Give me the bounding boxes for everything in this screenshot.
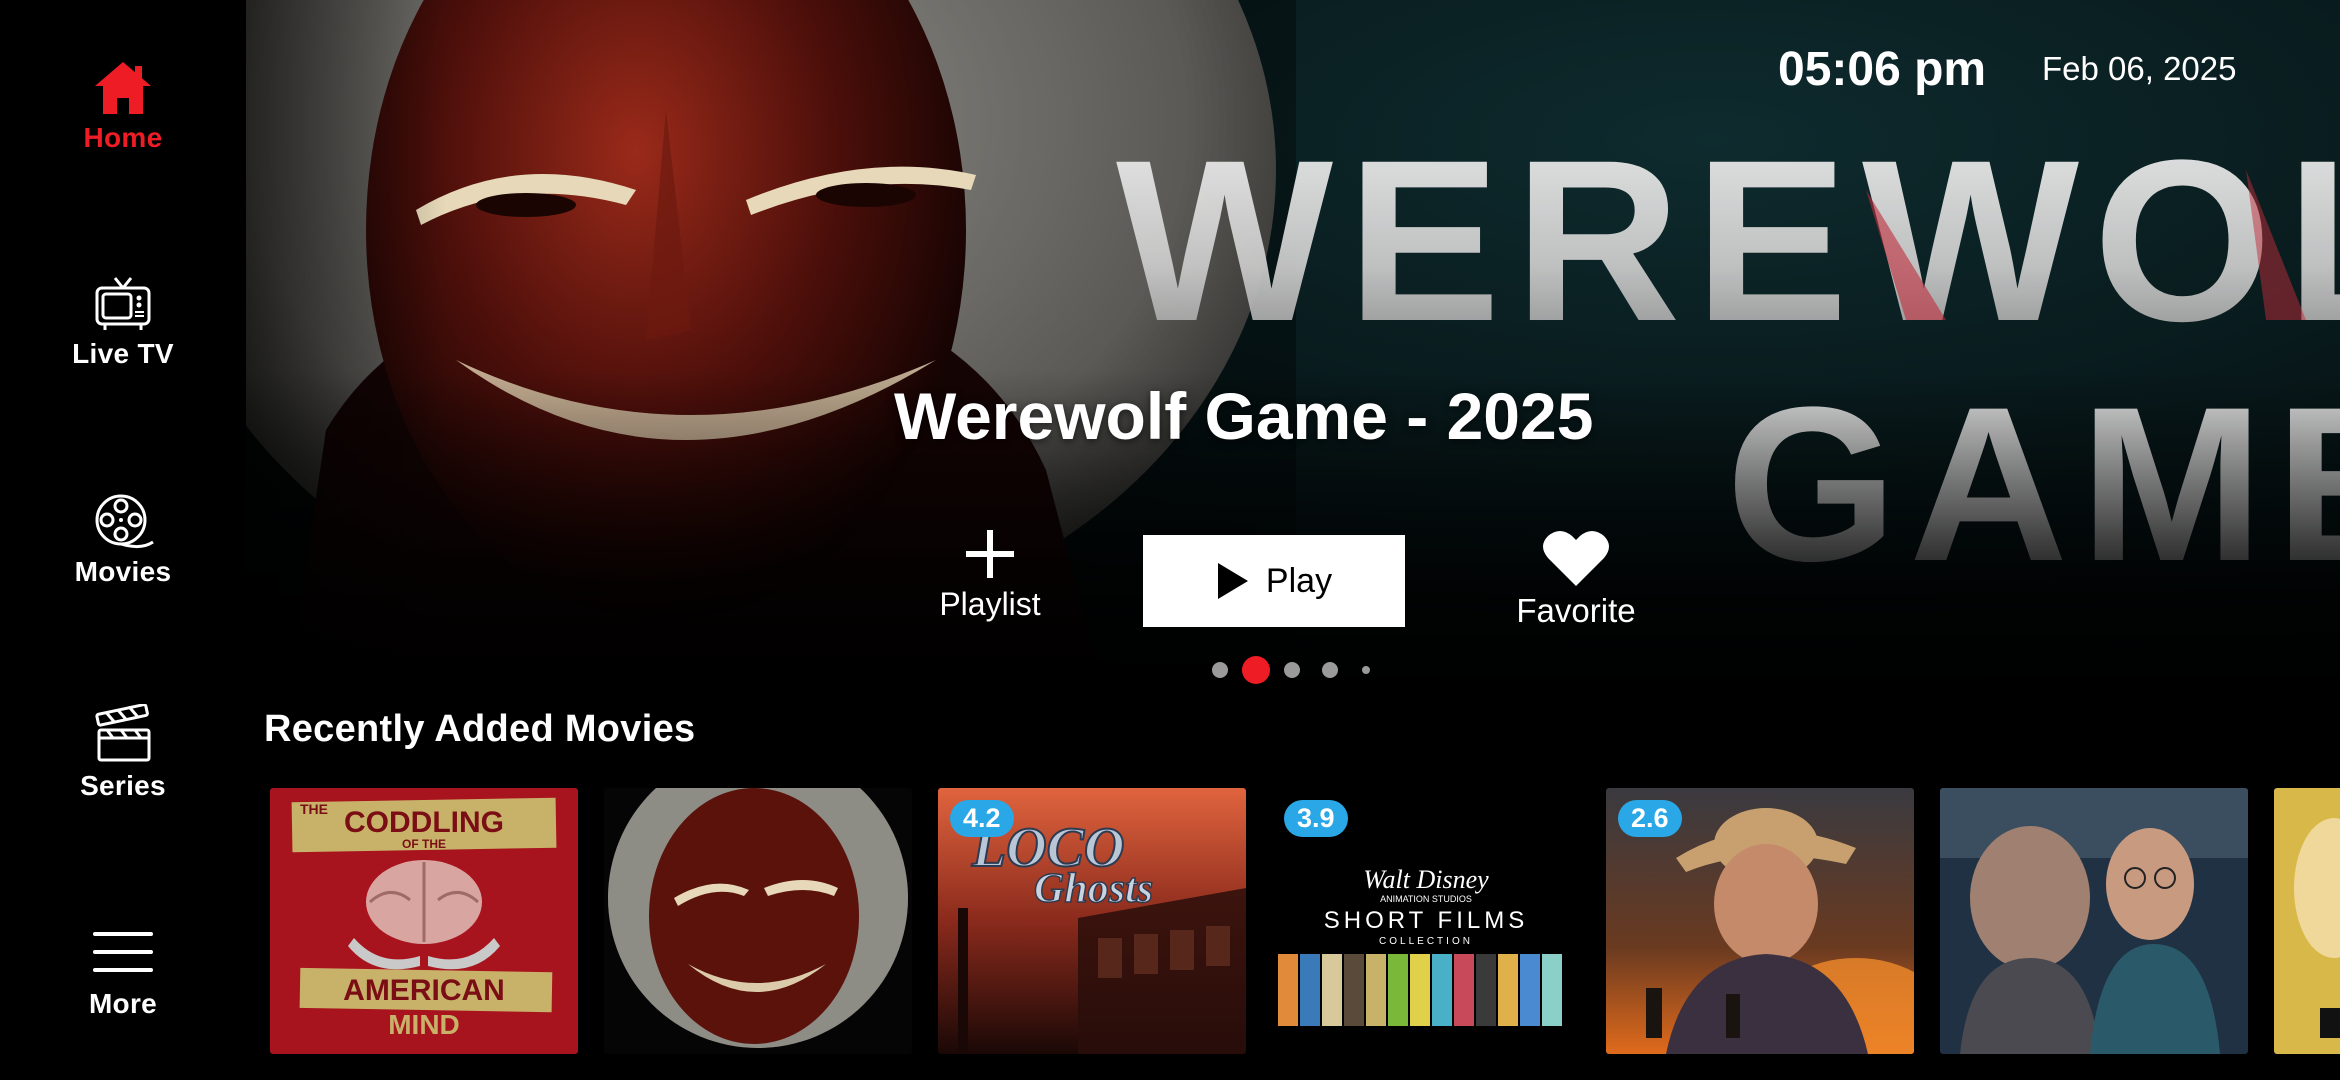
- carousel-dot[interactable]: [1362, 666, 1370, 674]
- sidebar-item-series[interactable]: Series: [0, 704, 246, 802]
- movie-poster-image: [1940, 788, 2248, 1054]
- poster-text: Ghosts: [1034, 866, 1153, 912]
- movie-card[interactable]: 2.6: [1606, 788, 1914, 1054]
- sidebar-item-label: Live TV: [72, 338, 174, 369]
- sidebar-item-live-tv[interactable]: Live TV: [0, 272, 246, 370]
- clock-time: 05:06 pm: [1778, 43, 1987, 96]
- tv-icon: [95, 277, 151, 330]
- movie-poster-image: [2274, 788, 2340, 1054]
- plus-icon: [966, 530, 1014, 578]
- recently-added-row: THE CODDLING OF THE AMERICAN MIND 4.2 LO…: [246, 788, 2340, 1080]
- poster-text: SHORT FILMS: [1324, 907, 1528, 934]
- clapperboard-icon: [95, 704, 151, 762]
- rating-badge: 3.9: [1284, 800, 1348, 837]
- sidebar-item-more[interactable]: More: [0, 922, 246, 1020]
- sidebar-item-label: Series: [80, 770, 166, 801]
- poster-text: COLLECTION: [1379, 936, 1473, 947]
- carousel-dot[interactable]: [1212, 662, 1228, 678]
- poster-text: MIND: [388, 1009, 460, 1040]
- movie-poster-image: THE CODDLING OF THE AMERICAN MIND: [270, 788, 578, 1054]
- favorite-button[interactable]: Favorite: [1500, 528, 1652, 648]
- film-reel-icon: [95, 494, 154, 549]
- movie-card[interactable]: [1940, 788, 2248, 1054]
- hamburger-menu-icon: [93, 932, 153, 972]
- carousel-dot[interactable]: [1322, 662, 1338, 678]
- sidebar: Home Live TV Movies Series More: [0, 0, 246, 1080]
- movie-card[interactable]: THE CODDLING OF THE AMERICAN MIND: [270, 788, 578, 1054]
- carousel-pager: [1208, 654, 1378, 686]
- sidebar-item-movies[interactable]: Movies: [0, 490, 246, 588]
- favorite-label: Favorite: [1516, 592, 1636, 629]
- movie-poster-image: [604, 788, 912, 1054]
- heart-icon: [1543, 531, 1609, 586]
- sidebar-item-label: More: [88, 988, 158, 1019]
- poster-text: Walt Disney: [1363, 865, 1489, 894]
- play-label: Play: [1265, 561, 1333, 600]
- recently-added-title: Recently Added Movies: [264, 708, 696, 750]
- movie-card[interactable]: 4.2 LOCO Ghosts: [938, 788, 1246, 1054]
- movie-card[interactable]: 3.9 Walt Disney ANIMATION STUDIOS SHORT …: [1272, 788, 1580, 1054]
- app-root: Home Live TV Movies Series More WEREWOL …: [0, 0, 2340, 1080]
- playlist-label: Playlist: [939, 586, 1041, 622]
- poster-text: OF THE: [402, 837, 446, 851]
- poster-text: ANIMATION STUDIOS: [1380, 894, 1472, 904]
- carousel-dot[interactable]: [1284, 662, 1300, 678]
- poster-text: CODDLING: [344, 806, 504, 839]
- play-button[interactable]: Play: [1143, 535, 1405, 627]
- svg-text:WEREWOL: WEREWOL: [1116, 112, 2340, 369]
- sidebar-item-label: Movies: [74, 556, 172, 587]
- sidebar-item-label: Home: [83, 122, 163, 153]
- sidebar-item-home[interactable]: Home: [0, 56, 246, 154]
- carousel-dot-active[interactable]: [1242, 656, 1270, 684]
- movie-card[interactable]: [2274, 788, 2340, 1054]
- play-icon: [1217, 563, 1248, 599]
- rating-badge: 4.2: [950, 800, 1014, 837]
- poster-text: AMERICAN: [343, 974, 505, 1007]
- poster-text: THE: [300, 801, 328, 817]
- clock-date: Feb 06, 2025: [2042, 50, 2237, 87]
- home-icon: [95, 62, 151, 114]
- hero-title: Werewolf Game - 2025: [894, 379, 1594, 453]
- rating-badge: 2.6: [1618, 800, 1682, 837]
- add-to-playlist-button[interactable]: Playlist: [930, 528, 1050, 638]
- movie-card[interactable]: [604, 788, 912, 1054]
